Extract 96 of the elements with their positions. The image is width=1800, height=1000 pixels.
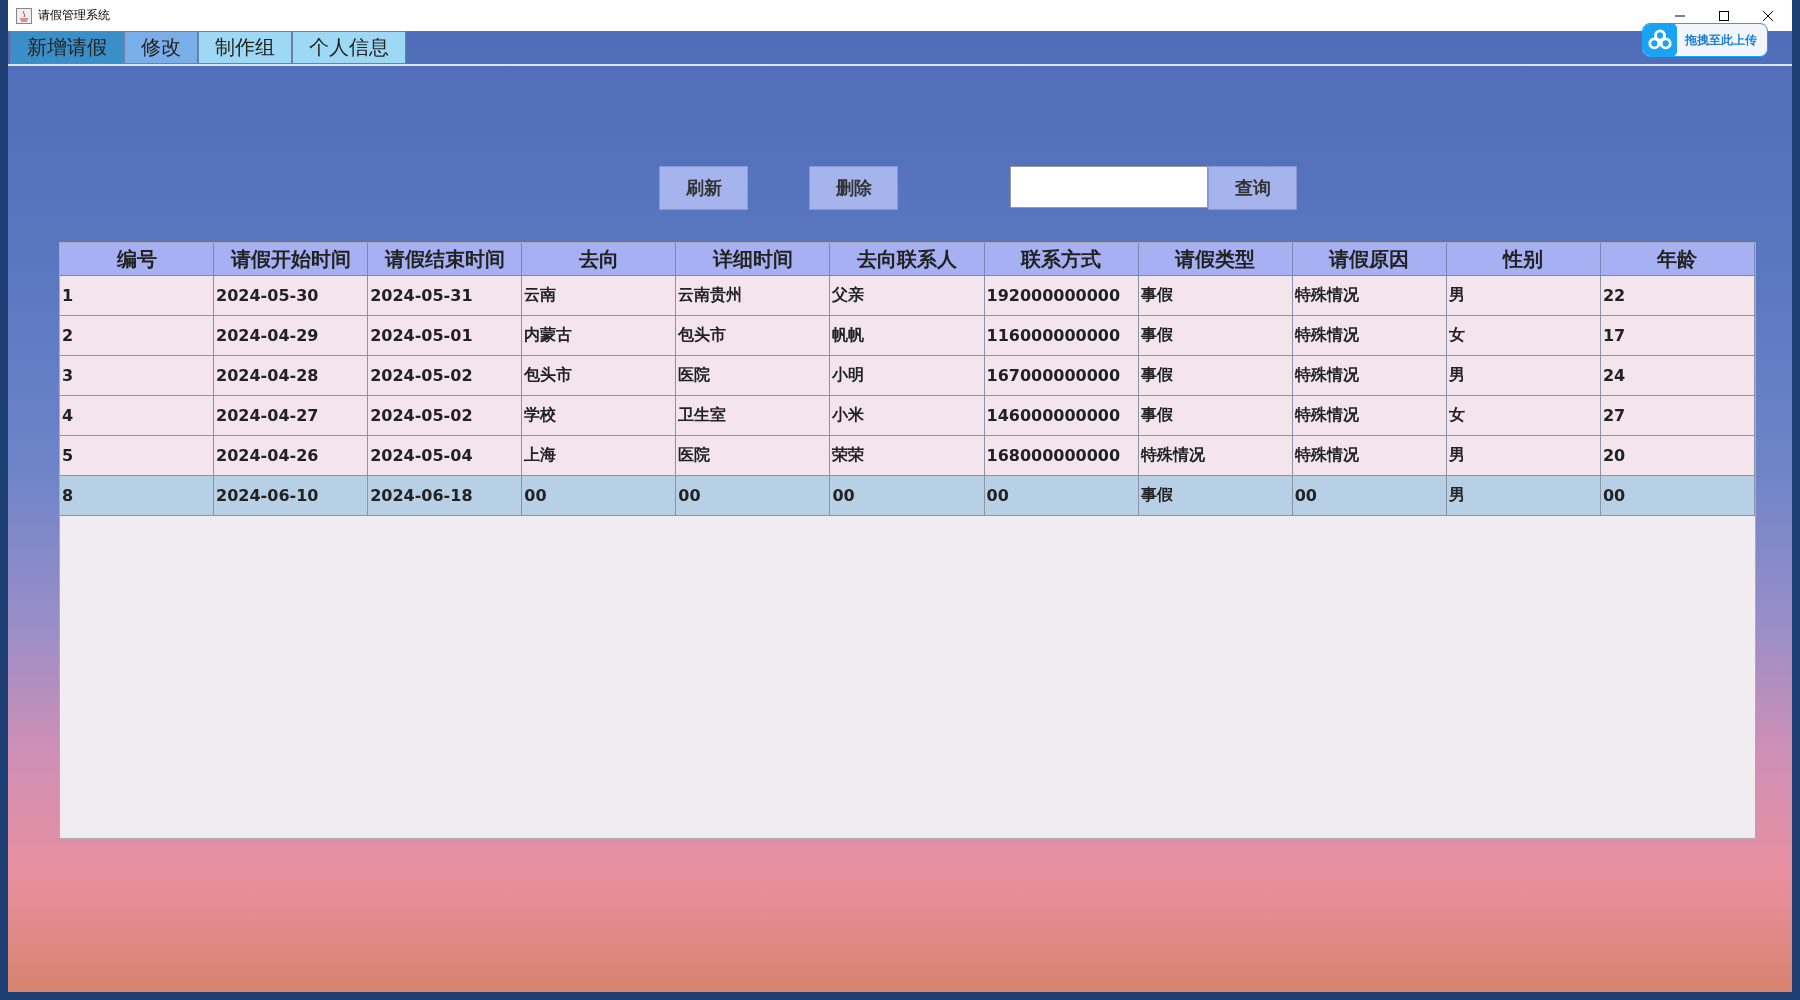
table-cell: 192000000000: [986, 286, 1121, 305]
column-header[interactable]: 去向: [522, 243, 677, 276]
column-header[interactable]: 请假结束时间: [368, 243, 523, 276]
table-cell: 帆帆: [832, 325, 865, 346]
close-icon[interactable]: [1762, 9, 1774, 22]
table-cell: 特殊情况: [1294, 325, 1359, 346]
table-cell: 学校: [524, 405, 557, 426]
table-cell: 2024-06-10: [216, 486, 319, 505]
column-header[interactable]: 去向联系人: [830, 243, 985, 276]
table-cell: 事假: [1140, 285, 1173, 306]
table-cell: 云南: [524, 285, 557, 306]
table-cell: 男: [1448, 445, 1465, 466]
table-cell: 2024-05-02: [370, 366, 473, 385]
table-cell: 00: [832, 486, 855, 505]
table-row[interactable]: 4 2024-04-27 2024-05-02 学校 卫生室 小米 146000000000 事假 特殊情况 女 27: [60, 396, 1755, 436]
table-row[interactable]: 2 2024-04-29 2024-05-01 内蒙古 包头市 帆帆 116000000000 事假 特殊情况 女 17: [60, 316, 1755, 356]
table-cell: 上海: [524, 445, 557, 466]
table-cell: 女: [1448, 325, 1465, 346]
table-cell: 特殊情况: [1140, 445, 1205, 466]
upload-widget[interactable]: 拖拽至此上传: [1642, 23, 1768, 57]
table-cell: 22: [1602, 286, 1626, 305]
table-cell: 男: [1448, 285, 1465, 306]
search-field[interactable]: [1010, 166, 1208, 208]
table-cell: 2024-05-31: [370, 286, 473, 305]
table-cell: 27: [1602, 406, 1626, 425]
table-cell: 00: [1602, 486, 1626, 505]
table-cell: 167000000000: [986, 366, 1121, 385]
table-cell: 2: [62, 326, 74, 345]
table-cell: 2024-05-04: [370, 446, 473, 465]
table-cell: 168000000000: [986, 446, 1121, 465]
column-header[interactable]: 联系方式: [984, 243, 1139, 276]
table-cell: 特殊情况: [1294, 285, 1359, 306]
table-cell: 2024-05-02: [370, 406, 473, 425]
toolbar-button[interactable]: 刷新: [659, 166, 748, 210]
table-cell: 包头市: [678, 325, 727, 346]
table-row[interactable]: 3 2024-04-28 2024-05-02 包头市 医院 小明 167000000000 事假 特殊情况 男 24: [60, 356, 1755, 396]
table-cell: 小明: [832, 365, 865, 386]
table-cell: 男: [1448, 365, 1465, 386]
column-header[interactable]: 年龄: [1600, 243, 1755, 276]
table-cell: 00: [986, 486, 1009, 505]
table-cell: 事假: [1140, 405, 1173, 426]
table-cell: 小米: [832, 405, 865, 426]
table-cell: 5: [62, 446, 74, 465]
table-row[interactable]: 8 2024-06-10 2024-06-18 00 00 00 00 事假 00 男 00: [60, 476, 1755, 516]
table-cell: 2024-04-29: [216, 326, 319, 345]
table-cell: 00: [1294, 486, 1317, 505]
column-header[interactable]: 性别: [1446, 243, 1601, 276]
table-cell: 包头市: [524, 365, 573, 386]
maximize-icon[interactable]: [1718, 9, 1730, 22]
column-header[interactable]: 详细时间: [676, 243, 831, 276]
table-cell: 事假: [1140, 365, 1173, 386]
table-cell: 20: [1602, 446, 1626, 465]
table-cell: 特殊情况: [1294, 405, 1359, 426]
table-cell: 1: [62, 286, 74, 305]
table-cell: 2024-05-01: [370, 326, 473, 345]
column-header[interactable]: 请假类型: [1138, 243, 1293, 276]
table-cell: 内蒙古: [524, 325, 573, 346]
table-cell: 00: [524, 486, 547, 505]
table-cell: 00: [678, 486, 701, 505]
table-cell: 17: [1602, 326, 1626, 345]
menu-tab[interactable]: 个人信息: [292, 31, 406, 64]
menu-tab[interactable]: 制作组: [198, 31, 292, 64]
table-row[interactable]: 5 2024-04-26 2024-05-04 上海 医院 荣荣 168000000000 特殊情况 特殊情况 男 20: [60, 436, 1755, 476]
column-header[interactable]: 请假开始时间: [214, 243, 369, 276]
table-cell: 云南贵州: [678, 285, 743, 306]
table-cell: 2024-04-28: [216, 366, 319, 385]
search-button[interactable]: 查询: [1208, 166, 1297, 210]
toolbar-button[interactable]: 删除: [809, 166, 898, 210]
menu-tab[interactable]: 新增请假: [10, 31, 124, 64]
table-cell: 2024-05-30: [216, 286, 319, 305]
table-row[interactable]: 1 2024-05-30 2024-05-31 云南 云南贵州 父亲 192000000000 事假 特殊情况 男 22: [60, 276, 1755, 316]
table-cell: 8: [62, 486, 74, 505]
table-cell: 荣荣: [832, 445, 865, 466]
column-header[interactable]: 请假原因: [1292, 243, 1447, 276]
menu-tab[interactable]: 修改: [124, 31, 198, 64]
app-icon: [16, 7, 32, 24]
table-cell: 116000000000: [986, 326, 1121, 345]
table-cell: 女: [1448, 405, 1465, 426]
table-cell: 特殊情况: [1294, 445, 1359, 466]
column-header[interactable]: 编号: [60, 243, 215, 276]
table-cell: 医院: [678, 445, 711, 466]
table-cell: 2024-06-18: [370, 486, 473, 505]
table-cell: 2024-04-27: [216, 406, 319, 425]
table-cell: 男: [1448, 485, 1465, 506]
table-cell: 医院: [678, 365, 711, 386]
table-cell: 卫生室: [678, 405, 727, 426]
table-cell: 4: [62, 406, 74, 425]
table-cell: 146000000000: [986, 406, 1121, 425]
table-cell: 24: [1602, 366, 1626, 385]
table-cell: 特殊情况: [1294, 365, 1359, 386]
table-cell: 事假: [1140, 325, 1173, 346]
window-title: 请假管理系统: [38, 7, 110, 24]
table-cell: 2024-04-26: [216, 446, 319, 465]
table-cell: 事假: [1140, 485, 1173, 506]
table-cell: 3: [62, 366, 74, 385]
table-cell: 父亲: [832, 285, 865, 306]
